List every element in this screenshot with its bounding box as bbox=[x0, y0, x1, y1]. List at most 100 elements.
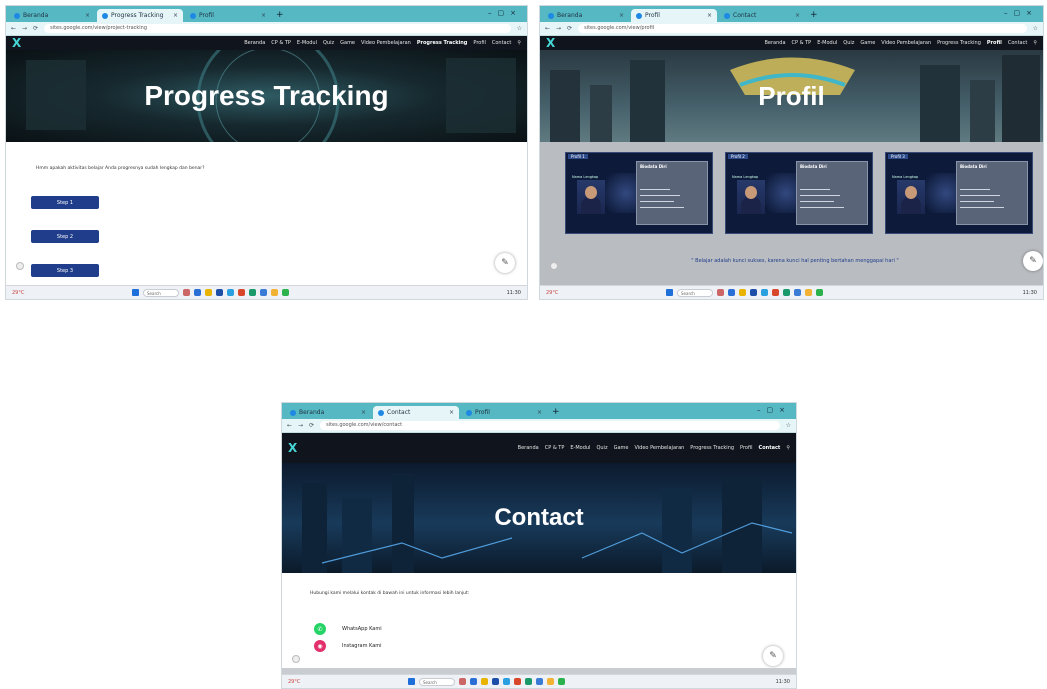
window-controls[interactable]: –▢× bbox=[1004, 9, 1038, 17]
folder-icon[interactable] bbox=[205, 289, 212, 296]
edge-icon[interactable] bbox=[503, 678, 510, 685]
weather-widget[interactable]: 29°C bbox=[546, 290, 562, 296]
clock[interactable]: 11:30 bbox=[1023, 290, 1037, 296]
nav-profil[interactable]: Profil bbox=[987, 40, 1002, 46]
browser-tab[interactable]: Beranda × bbox=[543, 9, 629, 22]
forward-icon[interactable]: → bbox=[556, 25, 561, 32]
nav-quiz[interactable]: Quiz bbox=[843, 40, 854, 46]
nav-video[interactable]: Video Pembelajaran bbox=[361, 40, 411, 46]
star-icon[interactable]: ☆ bbox=[786, 422, 791, 429]
nav-progress[interactable]: Progress Tracking bbox=[937, 40, 981, 46]
close-icon[interactable]: × bbox=[449, 409, 454, 416]
app-icon[interactable] bbox=[525, 678, 532, 685]
app-icon[interactable] bbox=[216, 289, 223, 296]
browser-tab-active[interactable]: Contact × bbox=[373, 406, 459, 419]
star-icon[interactable]: ☆ bbox=[517, 25, 522, 32]
weather-widget[interactable]: 29°C bbox=[288, 679, 304, 685]
nav-quiz[interactable]: Quiz bbox=[323, 40, 334, 46]
windows-start-icon[interactable] bbox=[132, 289, 139, 296]
browser-tab[interactable]: Beranda × bbox=[9, 9, 95, 22]
browser-tab-active[interactable]: Progress Tracking × bbox=[97, 9, 183, 22]
back-icon[interactable]: ← bbox=[11, 25, 16, 32]
forward-icon[interactable]: → bbox=[22, 25, 27, 32]
browser-tab[interactable]: Profil × bbox=[461, 406, 547, 419]
close-icon[interactable]: × bbox=[795, 12, 800, 19]
search-icon[interactable]: ⚲ bbox=[786, 445, 790, 451]
taskbar-search[interactable]: Search bbox=[419, 677, 455, 686]
close-icon[interactable]: × bbox=[707, 12, 712, 19]
nav-cp-tp[interactable]: CP & TP bbox=[792, 40, 812, 46]
chrome-icon[interactable] bbox=[547, 678, 554, 685]
nav-profil[interactable]: Profil bbox=[473, 40, 485, 46]
app-icon[interactable] bbox=[249, 289, 256, 296]
window-controls[interactable]: –▢× bbox=[757, 406, 791, 414]
folder-icon[interactable] bbox=[481, 678, 488, 685]
reload-icon[interactable]: ⟳ bbox=[567, 25, 572, 32]
contact-instagram[interactable]: ◉ Instagram Kami bbox=[314, 640, 382, 652]
edit-icon[interactable]: ✎ bbox=[495, 253, 515, 273]
new-tab-icon[interactable]: + bbox=[810, 10, 818, 20]
info-icon[interactable] bbox=[292, 655, 300, 663]
back-icon[interactable]: ← bbox=[545, 25, 550, 32]
app-icon[interactable] bbox=[750, 289, 757, 296]
forward-icon[interactable]: → bbox=[298, 422, 303, 429]
close-icon[interactable]: × bbox=[619, 12, 624, 19]
nav-progress[interactable]: Progress Tracking bbox=[690, 445, 734, 451]
nav-emodul[interactable]: E-Modul bbox=[297, 40, 317, 46]
nav-emodul[interactable]: E-Modul bbox=[817, 40, 837, 46]
chrome-icon[interactable] bbox=[271, 289, 278, 296]
weather-widget[interactable]: 29°C bbox=[12, 290, 28, 296]
url-field[interactable]: sites.google.com/view/project-tracking bbox=[44, 24, 511, 33]
edge-icon[interactable] bbox=[761, 289, 768, 296]
app-icon[interactable] bbox=[816, 289, 823, 296]
app-icon[interactable] bbox=[536, 678, 543, 685]
nav-contact[interactable]: Contact bbox=[759, 445, 781, 451]
nav-contact[interactable]: Contact bbox=[1008, 40, 1027, 46]
browser-tab[interactable]: Beranda × bbox=[285, 406, 371, 419]
nav-quiz[interactable]: Quiz bbox=[596, 445, 607, 451]
close-icon[interactable]: × bbox=[361, 409, 366, 416]
nav-game[interactable]: Game bbox=[614, 445, 629, 451]
close-icon[interactable]: × bbox=[537, 409, 542, 416]
info-icon[interactable] bbox=[550, 262, 558, 270]
app-icon[interactable] bbox=[183, 289, 190, 296]
step-1-button[interactable]: Step 1 bbox=[31, 196, 99, 209]
site-logo[interactable]: X bbox=[546, 36, 555, 50]
windows-start-icon[interactable] bbox=[666, 289, 673, 296]
star-icon[interactable]: ☆ bbox=[1033, 25, 1038, 32]
taskbar-search[interactable]: Search bbox=[143, 288, 179, 297]
nav-game[interactable]: Game bbox=[860, 40, 875, 46]
url-field[interactable]: sites.google.com/view/profil bbox=[578, 24, 1027, 33]
close-icon[interactable]: × bbox=[261, 12, 266, 19]
new-tab-icon[interactable]: + bbox=[276, 10, 284, 20]
site-logo[interactable]: X bbox=[12, 36, 21, 50]
clock[interactable]: 11:30 bbox=[776, 679, 790, 685]
app-icon[interactable] bbox=[470, 678, 477, 685]
windows-start-icon[interactable] bbox=[408, 678, 415, 685]
folder-icon[interactable] bbox=[739, 289, 746, 296]
clock[interactable]: 11:30 bbox=[507, 290, 521, 296]
nav-progress[interactable]: Progress Tracking bbox=[417, 40, 468, 46]
nav-beranda[interactable]: Beranda bbox=[244, 40, 265, 46]
window-controls[interactable]: –▢× bbox=[488, 9, 522, 17]
close-icon[interactable]: × bbox=[173, 12, 178, 19]
search-icon[interactable]: ⚲ bbox=[1033, 40, 1037, 46]
taskbar-search[interactable]: Search bbox=[677, 288, 713, 297]
new-tab-icon[interactable]: + bbox=[552, 407, 560, 417]
app-icon[interactable] bbox=[282, 289, 289, 296]
app-icon[interactable] bbox=[558, 678, 565, 685]
nav-game[interactable]: Game bbox=[340, 40, 355, 46]
app-icon[interactable] bbox=[772, 289, 779, 296]
edge-icon[interactable] bbox=[227, 289, 234, 296]
site-logo[interactable]: X bbox=[288, 441, 297, 455]
search-icon[interactable]: ⚲ bbox=[517, 40, 521, 46]
browser-tab[interactable]: Profil × bbox=[185, 9, 271, 22]
nav-emodul[interactable]: E-Modul bbox=[570, 445, 590, 451]
step-3-button[interactable]: Step 3 bbox=[31, 264, 99, 277]
nav-video[interactable]: Video Pembelajaran bbox=[881, 40, 931, 46]
close-icon[interactable]: × bbox=[85, 12, 90, 19]
back-icon[interactable]: ← bbox=[287, 422, 292, 429]
nav-cp-tp[interactable]: CP & TP bbox=[271, 40, 291, 46]
app-icon[interactable] bbox=[194, 289, 201, 296]
app-icon[interactable] bbox=[783, 289, 790, 296]
